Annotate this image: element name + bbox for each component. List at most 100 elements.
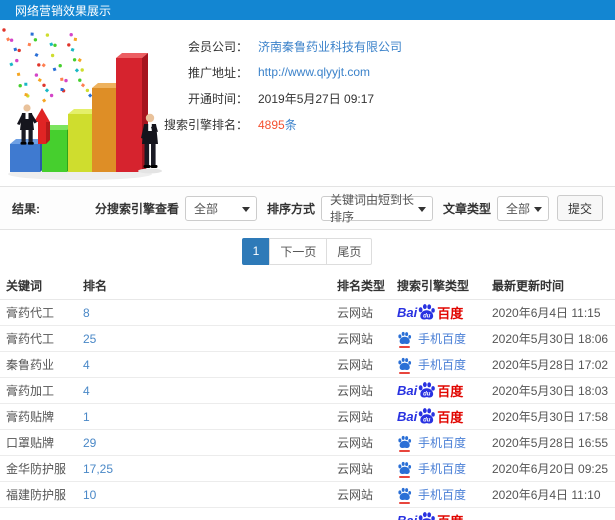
rank-link[interactable]: 29: [83, 436, 96, 450]
rank-type-cell: 云网站: [337, 384, 374, 398]
updated-time-cell: 2020年5月30日 18:06: [492, 332, 609, 346]
ranking-count-unit[interactable]: 条: [285, 118, 297, 132]
rank-link[interactable]: 8: [83, 306, 90, 320]
promo-url-row: 推广地址： http://www.qlyyjt.com: [162, 59, 615, 85]
engine-type-cell: 手机百度: [397, 486, 492, 504]
promo-url-link[interactable]: http://www.qlyyjt.com: [258, 65, 370, 79]
member-company-label: 会员公司：: [187, 39, 248, 54]
rank-type-cell: 云网站: [337, 358, 374, 372]
svg-text:du: du: [423, 418, 431, 424]
keyword-cell: 膏药贴牌: [6, 410, 55, 424]
ranking-count-number: 4895: [258, 117, 285, 132]
engine-filter-value: 全部: [193, 201, 218, 216]
engine-type-cell: Bai du 百度: [397, 303, 492, 322]
updated-time-cell: 2020年5月28日 16:55: [492, 436, 609, 450]
baidu-mobile-logo: 手机百度: [397, 460, 466, 478]
next-page-button[interactable]: 下一页: [269, 237, 328, 265]
keyword-cell: 膏药代工: [6, 332, 55, 346]
account-info-list: 会员公司： 济南秦鲁药业科技有限公司 推广地址： http://www.qlyy…: [162, 20, 615, 137]
engine-filter-select[interactable]: 全部: [184, 195, 257, 221]
article-type-select[interactable]: 全部: [496, 195, 549, 221]
baidu-pc-logo: Bai du 百度: [397, 382, 464, 399]
article-type-filter-label: 文章类型: [442, 201, 491, 216]
baidu-paw-icon: [397, 357, 412, 374]
bar-chart-illustration: [2, 28, 162, 180]
baidu-paw-icon: du: [418, 382, 436, 398]
businessman-left-figure: [17, 104, 37, 145]
ranking-count-label: 搜索引擎排名：: [163, 117, 248, 132]
engine-type-cell: Bai du 百度: [397, 511, 492, 520]
table-row: 膏药加工 4 云网站 Bai du 百度 2020年5月30日 18:03: [0, 378, 615, 404]
rank-type-cell: 云网站: [337, 332, 374, 346]
updated-time-cell: 2020年5月30日 18:03: [492, 384, 609, 398]
updated-time-cell: 2020年5月30日 17:58: [492, 410, 609, 424]
account-info-section: 会员公司： 济南秦鲁药业科技有限公司 推广地址： http://www.qlyy…: [0, 20, 615, 186]
updated-time-cell: 2020年5月28日 17:02: [492, 358, 609, 372]
table-row: 福建防护服 10 云网站 手机百度 2020年6月4日 11:10: [0, 482, 615, 508]
baidu-pc-logo: Bai du 百度: [397, 408, 464, 425]
baidu-paw-icon: du: [418, 408, 436, 424]
window-title-bar: 网络营销效果展示: [0, 0, 615, 20]
sort-filter-select[interactable]: 关键词由短到长排序: [320, 193, 433, 224]
baidu-paw-icon: [398, 461, 412, 474]
pagination: 1 下一页 尾页: [0, 230, 615, 272]
table-row: 膏药代工 25 云网站 手机百度 2020年5月30日 18:06: [0, 326, 615, 352]
updated-time-cell: 2020年6月20日 09:25: [492, 462, 609, 476]
col-header-keyword: 关键词: [6, 279, 43, 293]
open-time-label: 开通时间：: [187, 91, 248, 106]
chevron-down-icon: [533, 206, 542, 212]
baidu-mobile-logo: 手机百度: [397, 356, 466, 374]
engine-filter-label: 分搜索引擎查看: [94, 201, 179, 216]
engine-type-cell: Bai du 百度: [397, 407, 492, 426]
article-type-value: 全部: [505, 201, 530, 216]
baidu-mobile-logo: 手机百度: [397, 434, 466, 452]
table-row: 膏药代工 8 云网站 Bai du 百度 2020年6月4日 11:15: [0, 300, 615, 326]
last-page-button[interactable]: 尾页: [326, 237, 373, 265]
col-header-engine-type: 搜索引擎类型: [397, 279, 470, 293]
engine-type-cell: 手机百度: [397, 330, 492, 348]
table-row: 金华防护服 17,25 云网站 手机百度 2020年6月20日 09:25: [0, 456, 615, 482]
rank-link[interactable]: 10: [83, 488, 96, 502]
rank-type-cell: 云网站: [337, 410, 374, 424]
growth-arrow-icon: [34, 108, 50, 144]
baidu-paw-icon: [398, 357, 412, 370]
col-header-rank-type: 排名类型: [337, 279, 386, 293]
engine-type-cell: 手机百度: [397, 460, 492, 478]
baidu-paw-icon: [397, 461, 412, 478]
baidu-paw-icon: [397, 331, 412, 348]
sort-filter-value: 关键词由短到长排序: [329, 193, 414, 224]
svg-text:du: du: [423, 392, 431, 398]
col-header-rank: 排名: [83, 279, 108, 293]
rank-link[interactable]: 17,25: [83, 462, 113, 476]
table-header-row: 关键词 排名 排名类型 搜索引擎类型 最新更新时间: [0, 272, 615, 300]
confetti-dots: [2, 28, 93, 103]
baidu-paw-icon: [398, 331, 412, 344]
rank-link[interactable]: 25: [83, 332, 96, 346]
ranking-count-row: 搜索引擎排名： 4895条: [162, 111, 615, 137]
keyword-cell: 秦鲁药业: [6, 358, 55, 372]
member-company-link[interactable]: 济南秦鲁药业科技有限公司: [258, 38, 402, 55]
page-button-current[interactable]: 1: [241, 237, 271, 265]
updated-time-cell: 2020年6月4日 11:10: [492, 488, 601, 502]
rank-link[interactable]: 4: [83, 384, 90, 398]
baidu-paw-icon: [397, 487, 412, 504]
rank-type-cell: 云网站: [337, 462, 374, 476]
updated-time-cell: 2020年6月4日 11:15: [492, 306, 601, 320]
rank-type-cell: 云网站: [337, 306, 374, 320]
table-row: Bai du 百度: [0, 508, 615, 520]
baidu-mobile-logo: 手机百度: [397, 486, 466, 504]
engine-type-cell: Bai du 百度: [397, 381, 492, 400]
open-time-row: 开通时间： 2019年5月27日 09:17: [162, 85, 615, 111]
rank-type-cell: 云网站: [337, 488, 374, 502]
member-company-row: 会员公司： 济南秦鲁药业科技有限公司: [162, 33, 615, 59]
baidu-mobile-logo: 手机百度: [397, 330, 466, 348]
submit-button[interactable]: 提交: [556, 195, 603, 221]
rank-link[interactable]: 4: [83, 358, 90, 372]
table-row: 膏药贴牌 1 云网站 Bai du 百度 2020年5月30日 17:58: [0, 404, 615, 430]
baidu-paw-icon: [397, 435, 412, 452]
chevron-down-icon: [241, 206, 250, 212]
baidu-paw-icon: [398, 487, 412, 500]
baidu-paw-icon: du: [418, 512, 436, 520]
rank-link[interactable]: 1: [83, 410, 90, 424]
promo-url-label: 推广地址：: [187, 65, 248, 80]
